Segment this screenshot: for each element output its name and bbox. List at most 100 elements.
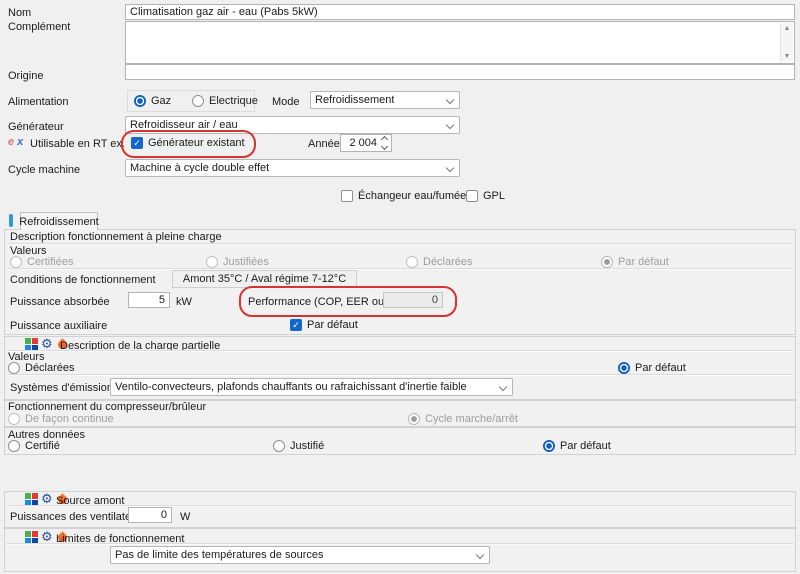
nom-label: Nom	[8, 7, 31, 20]
ventilateurs-input[interactable]: 0	[128, 507, 172, 523]
radio-electrique[interactable]: Electrique	[192, 95, 258, 107]
limites-select[interactable]: Pas de limite des températures de source…	[110, 546, 490, 564]
chevron-down-icon	[446, 96, 454, 104]
ex-icon: ex	[8, 136, 23, 148]
origine-label: Origine	[8, 70, 43, 83]
nom-input[interactable]: Climatisation gaz air - eau (Pabs 5kW)	[125, 4, 795, 20]
tab-refroidissement[interactable]: Refroidissement	[20, 212, 98, 230]
complement-label: Complément	[8, 21, 70, 34]
divider	[6, 268, 794, 270]
divider	[6, 505, 794, 507]
divider	[6, 350, 794, 352]
radio-label: Electrique	[209, 95, 258, 107]
cycle-machine-label: Cycle machine	[8, 164, 80, 177]
section-autres-donnees	[4, 427, 796, 455]
cycle-machine-select[interactable]: Machine à cycle double effet	[125, 159, 460, 177]
radio-justifiees[interactable]: Justifiées	[206, 256, 269, 268]
chevron-down-icon	[476, 551, 484, 559]
radio-icon	[8, 413, 20, 425]
radio-declarees[interactable]: Déclarées	[406, 256, 473, 268]
radio-icon	[10, 256, 22, 268]
radio-label: Par défaut	[618, 256, 669, 268]
chevron-down-icon	[446, 164, 454, 172]
radio-icon	[618, 362, 630, 374]
aux-par-defaut-checkbox[interactable]: ✓ Par défaut	[290, 319, 358, 331]
mode-select[interactable]: Refroidissement	[310, 91, 460, 109]
radio-label: Certifiées	[27, 256, 73, 268]
origine-input[interactable]	[125, 64, 795, 80]
generateur-value: Refroidisseur air / eau	[130, 119, 238, 131]
divider	[6, 243, 794, 245]
checkbox-check-icon: ✓	[131, 137, 143, 149]
cycle-machine-value: Machine à cycle double effet	[130, 162, 269, 174]
generateur-label: Générateur	[8, 121, 64, 134]
radio-label: Déclarées	[25, 362, 75, 374]
radio-justifie[interactable]: Justifié	[273, 440, 324, 452]
radio-certifie[interactable]: Certifié	[8, 440, 60, 452]
radio-certifiees[interactable]: Certifiées	[10, 256, 73, 268]
puissance-absorbee-label: Puissance absorbée	[10, 296, 110, 309]
checkbox-check-icon: ✓	[290, 319, 302, 331]
radio-label: Justifié	[290, 440, 324, 452]
tab-label: Refroidissement	[19, 216, 98, 228]
gpl-checkbox[interactable]: GPL	[466, 190, 505, 202]
performance-input[interactable]: 0	[383, 292, 443, 308]
echangeur-checkbox[interactable]: Échangeur eau/fumée	[341, 190, 466, 202]
generator-form-page: Nom Climatisation gaz air - eau (Pabs 5k…	[0, 0, 800, 574]
tab-marker-icon	[9, 214, 13, 227]
radio-label: Justifiées	[223, 256, 269, 268]
mode-label: Mode	[272, 96, 300, 109]
radio-label: Gaz	[151, 95, 171, 107]
divider	[6, 543, 794, 545]
conditions-button[interactable]: Amont 35°C / Aval régime 7-12°C	[172, 270, 357, 288]
alimentation-label: Alimentation	[8, 96, 69, 109]
radio-cycle-marche-arret[interactable]: Cycle marche/arrêt	[408, 413, 518, 425]
chevron-down-icon	[446, 121, 454, 129]
radio-icon	[206, 256, 218, 268]
radio-icon	[408, 413, 420, 425]
radio-icon	[134, 95, 146, 107]
radio-icon	[543, 440, 555, 452]
radio-gaz[interactable]: Gaz	[134, 95, 171, 107]
divider	[6, 374, 794, 376]
radio-icon	[8, 362, 20, 374]
checkbox-label: GPL	[483, 190, 505, 202]
mode-value: Refroidissement	[315, 94, 394, 106]
radio-icon	[601, 256, 613, 268]
conditions-label: Conditions de fonctionnement	[10, 274, 156, 287]
radio-label: Par défaut	[560, 440, 611, 452]
systemes-emission-select[interactable]: Ventilo-convecteurs, plafonds chauffants…	[110, 378, 513, 396]
radio-label: Certifié	[25, 440, 60, 452]
radio-declarees-partielle[interactable]: Déclarées	[8, 362, 75, 374]
puissance-unit-label: kW	[176, 296, 192, 309]
radio-par-defaut-partielle[interactable]: Par défaut	[618, 362, 686, 374]
ventilateurs-label: Puissances des ventilateurs	[10, 511, 146, 524]
checkbox-label: Générateur existant	[148, 137, 245, 149]
scroll-up-icon[interactable]: ▲	[784, 25, 791, 32]
radio-icon	[192, 95, 204, 107]
radio-icon	[273, 440, 285, 452]
radio-label: De façon continue	[25, 413, 114, 425]
radio-par-defaut-autres[interactable]: Par défaut	[543, 440, 611, 452]
radio-label: Par défaut	[635, 362, 686, 374]
annee-spinner[interactable]: 2 004	[340, 134, 392, 152]
radio-icon	[406, 256, 418, 268]
generateur-select[interactable]: Refroidisseur air / eau	[125, 116, 460, 134]
spinner-arrows-icon[interactable]	[382, 137, 387, 149]
radio-par-defaut-pleine-charge[interactable]: Par défaut	[601, 256, 669, 268]
ventilateurs-unit-label: W	[180, 511, 190, 524]
puissance-absorbee-input[interactable]: 5	[128, 292, 170, 308]
radio-icon	[8, 440, 20, 452]
checkbox-icon	[341, 190, 353, 202]
radio-label: Déclarées	[423, 256, 473, 268]
checkbox-label: Échangeur eau/fumée	[358, 190, 466, 202]
complement-scrollbar[interactable]: ▲ ▼	[780, 23, 793, 62]
radio-facon-continue[interactable]: De façon continue	[8, 413, 114, 425]
scroll-down-icon[interactable]: ▼	[784, 53, 791, 60]
systemes-emission-label: Systèmes d'émission	[10, 382, 113, 395]
checkbox-label: Par défaut	[307, 319, 358, 331]
radio-label: Cycle marche/arrêt	[425, 413, 518, 425]
generateur-existant-checkbox[interactable]: ✓ Générateur existant	[131, 137, 245, 149]
complement-textarea[interactable]: ▲ ▼	[125, 21, 795, 64]
annee-value: 2 004	[349, 137, 377, 149]
